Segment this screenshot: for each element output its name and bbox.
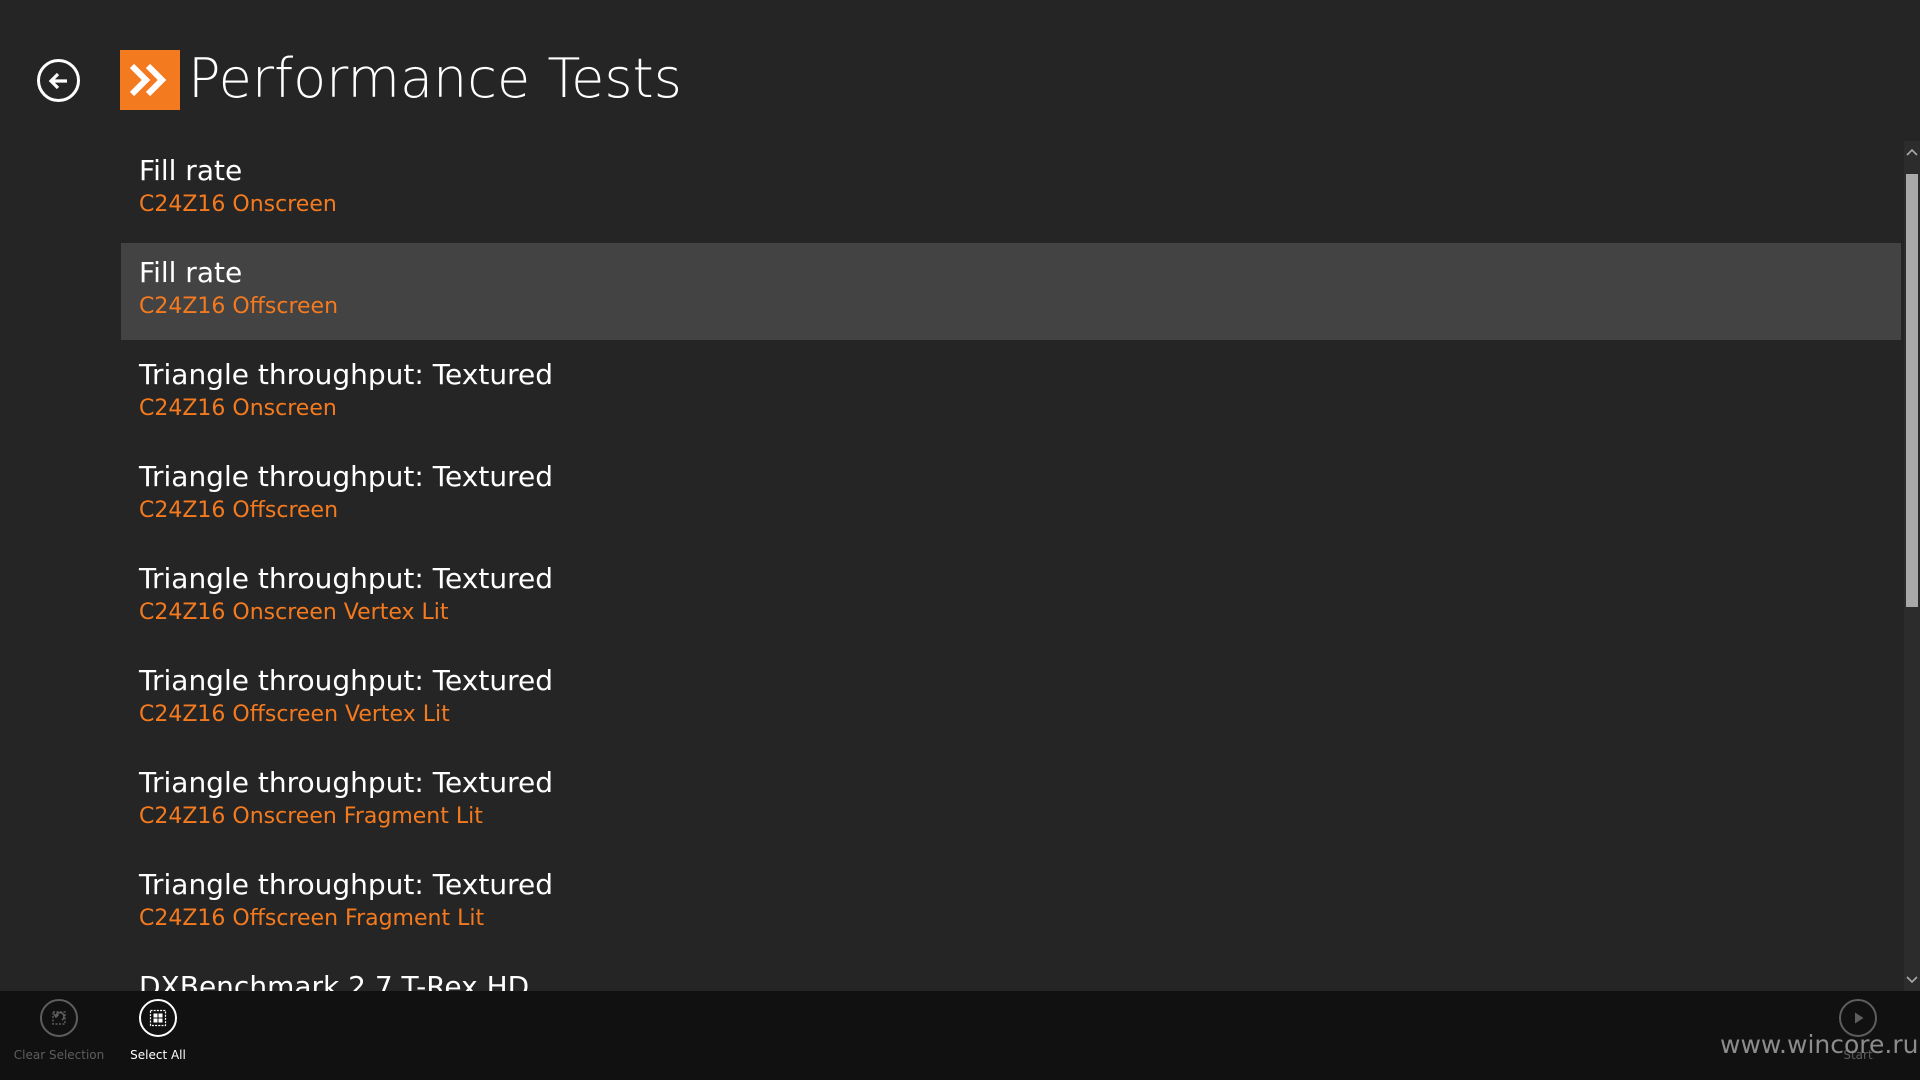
test-list-item[interactable]: Fill rate C24Z16 Offscreen xyxy=(121,243,1901,340)
chevron-down-icon xyxy=(1906,976,1918,984)
test-title: Fill rate xyxy=(139,256,243,289)
undo-icon xyxy=(52,1011,66,1025)
test-subtitle: C24Z16 Onscreen xyxy=(139,192,337,217)
app-bar: Clear Selection Select All Start xyxy=(0,991,1920,1080)
test-list-item[interactable]: Triangle throughput: Textured C24Z16 Onsc… xyxy=(121,549,1901,646)
test-title: Triangle throughput: Textured xyxy=(139,868,553,901)
test-list-item[interactable]: DXBenchmark 2.7 T-Rex HD xyxy=(121,957,1901,991)
test-subtitle: C24Z16 Offscreen Vertex Lit xyxy=(139,702,450,727)
select-all-circle xyxy=(139,999,177,1037)
clear-selection-circle xyxy=(40,999,78,1037)
test-title: Triangle throughput: Textured xyxy=(139,460,553,493)
test-title: Triangle throughput: Textured xyxy=(139,664,553,697)
test-title: Triangle throughput: Textured xyxy=(139,358,553,391)
back-arrow-icon xyxy=(48,72,67,89)
app-logo xyxy=(120,50,180,110)
vertical-scrollbar[interactable] xyxy=(1904,141,1920,991)
test-title: Fill rate xyxy=(139,154,243,187)
double-chevron-logo-icon xyxy=(129,63,167,97)
scroll-up-button[interactable] xyxy=(1904,141,1920,163)
page-title: Performance Tests xyxy=(188,47,682,110)
test-list-viewport: Fill rate C24Z16 Onscreen Fill rate C24Z16 … xyxy=(0,141,1904,991)
select-all-label: Select All xyxy=(130,1048,186,1062)
test-title: DXBenchmark 2.7 T-Rex HD xyxy=(139,970,530,991)
back-button[interactable] xyxy=(37,59,80,102)
test-list-item[interactable]: Triangle throughput: Textured C24Z16 Onsc… xyxy=(121,345,1901,442)
test-title: Triangle throughput: Textured xyxy=(139,766,553,799)
test-list-item[interactable]: Fill rate C24Z16 Onscreen xyxy=(121,141,1901,238)
test-list-item[interactable]: Triangle throughput: Textured C24Z16 Offs… xyxy=(121,447,1901,544)
watermark-text: www.wincore.ru xyxy=(1720,1030,1919,1059)
test-list-item[interactable]: Triangle throughput: Textured C24Z16 Offs… xyxy=(121,651,1901,748)
select-all-button[interactable]: Select All xyxy=(99,999,219,1079)
test-subtitle: C24Z16 Onscreen xyxy=(139,396,337,421)
test-title: Triangle throughput: Textured xyxy=(139,562,553,595)
test-subtitle: C24Z16 Onscreen Fragment Lit xyxy=(139,804,483,829)
app-window: Performance Tests Fill rate C24Z16 Onscre… xyxy=(0,0,1920,1080)
test-subtitle: C24Z16 Offscreen xyxy=(139,294,339,319)
chevron-up-icon xyxy=(1906,148,1918,156)
scroll-down-button[interactable] xyxy=(1904,969,1920,991)
play-icon xyxy=(1855,1012,1864,1024)
test-subtitle: C24Z16 Onscreen Vertex Lit xyxy=(139,600,449,625)
test-subtitle: C24Z16 Offscreen xyxy=(139,498,339,523)
scroll-thumb[interactable] xyxy=(1906,174,1918,607)
test-list-item[interactable]: Triangle throughput: Textured C24Z16 Onsc… xyxy=(121,753,1901,850)
test-subtitle: C24Z16 Offscreen Fragment Lit xyxy=(139,906,485,931)
select-all-icon xyxy=(149,1009,167,1027)
test-list: Fill rate C24Z16 Onscreen Fill rate C24Z16 … xyxy=(121,141,1901,991)
test-list-item[interactable]: Triangle throughput: Textured C24Z16 Offs… xyxy=(121,855,1901,952)
